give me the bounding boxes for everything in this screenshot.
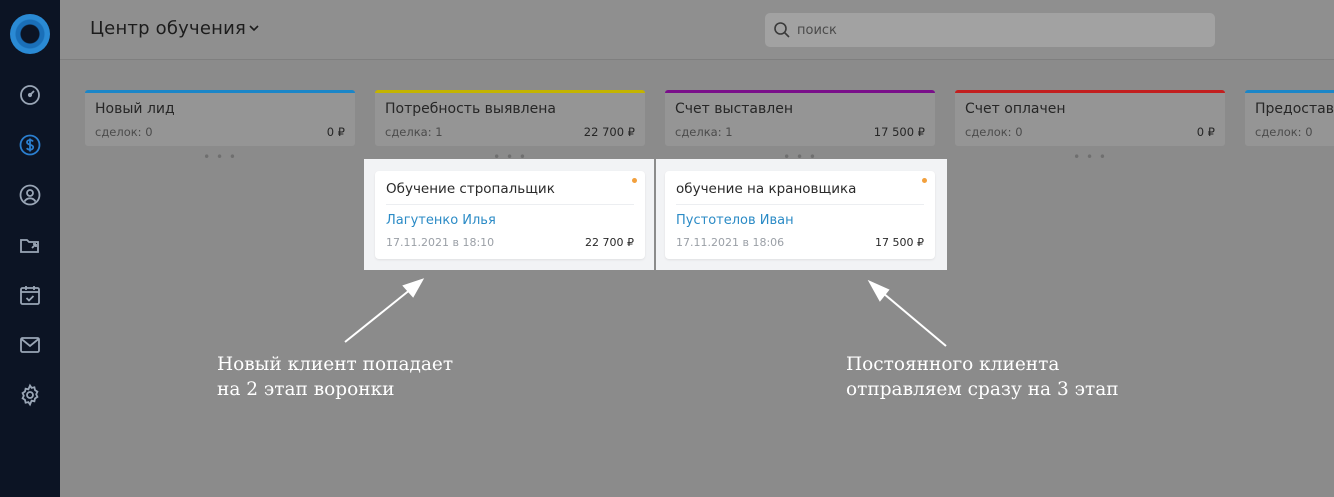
arrow-right-head — [867, 279, 890, 302]
annotation-right: Постоянного клиента отправляем сразу на … — [846, 352, 1119, 402]
annotation-left-line-2: на 2 этап воронки — [217, 379, 395, 400]
annotation-right-line-1: Постоянного клиента — [846, 354, 1060, 375]
annotation-left: Новый клиент попадает на 2 этап воронки — [217, 352, 453, 402]
annotation-right-line-2: отправляем сразу на 3 этап — [846, 379, 1119, 400]
annotation-arrows — [344, 278, 947, 347]
arrow-left-line — [344, 284, 417, 343]
arrow-right-line — [876, 287, 947, 347]
annotation-left-line-1: Новый клиент попадает — [217, 354, 454, 375]
